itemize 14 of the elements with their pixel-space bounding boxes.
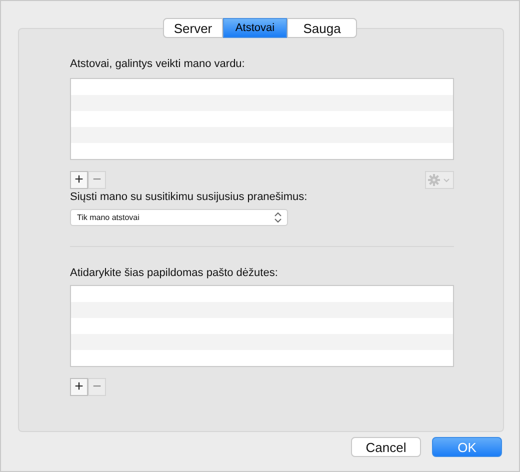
notifications-label: Siųsti mano su susitikimu susijusius pranešimus: [70, 191, 308, 205]
cancel-button[interactable]: Cancel [351, 437, 421, 457]
delegates-list[interactable] [70, 78, 454, 160]
notifications-dropdown[interactable]: Tik mano atstovai [70, 209, 288, 226]
tab[interactable]: Server [163, 18, 223, 38]
mailboxes-label: Atidarykite šias papildomas pašto dėžutes: [70, 267, 279, 281]
mailboxes-list[interactable] [70, 285, 454, 367]
tab[interactable]: Sauga [287, 18, 357, 38]
gear-icon [428, 174, 452, 186]
delegates-label: Atstovai, galintys veikti mano vardu: [70, 58, 246, 72]
chevron-updown-icon [274, 212, 282, 223]
add-button[interactable]: + [70, 378, 88, 396]
add-button[interactable]: + [70, 171, 88, 189]
tab[interactable]: Atstovai [223, 18, 287, 38]
